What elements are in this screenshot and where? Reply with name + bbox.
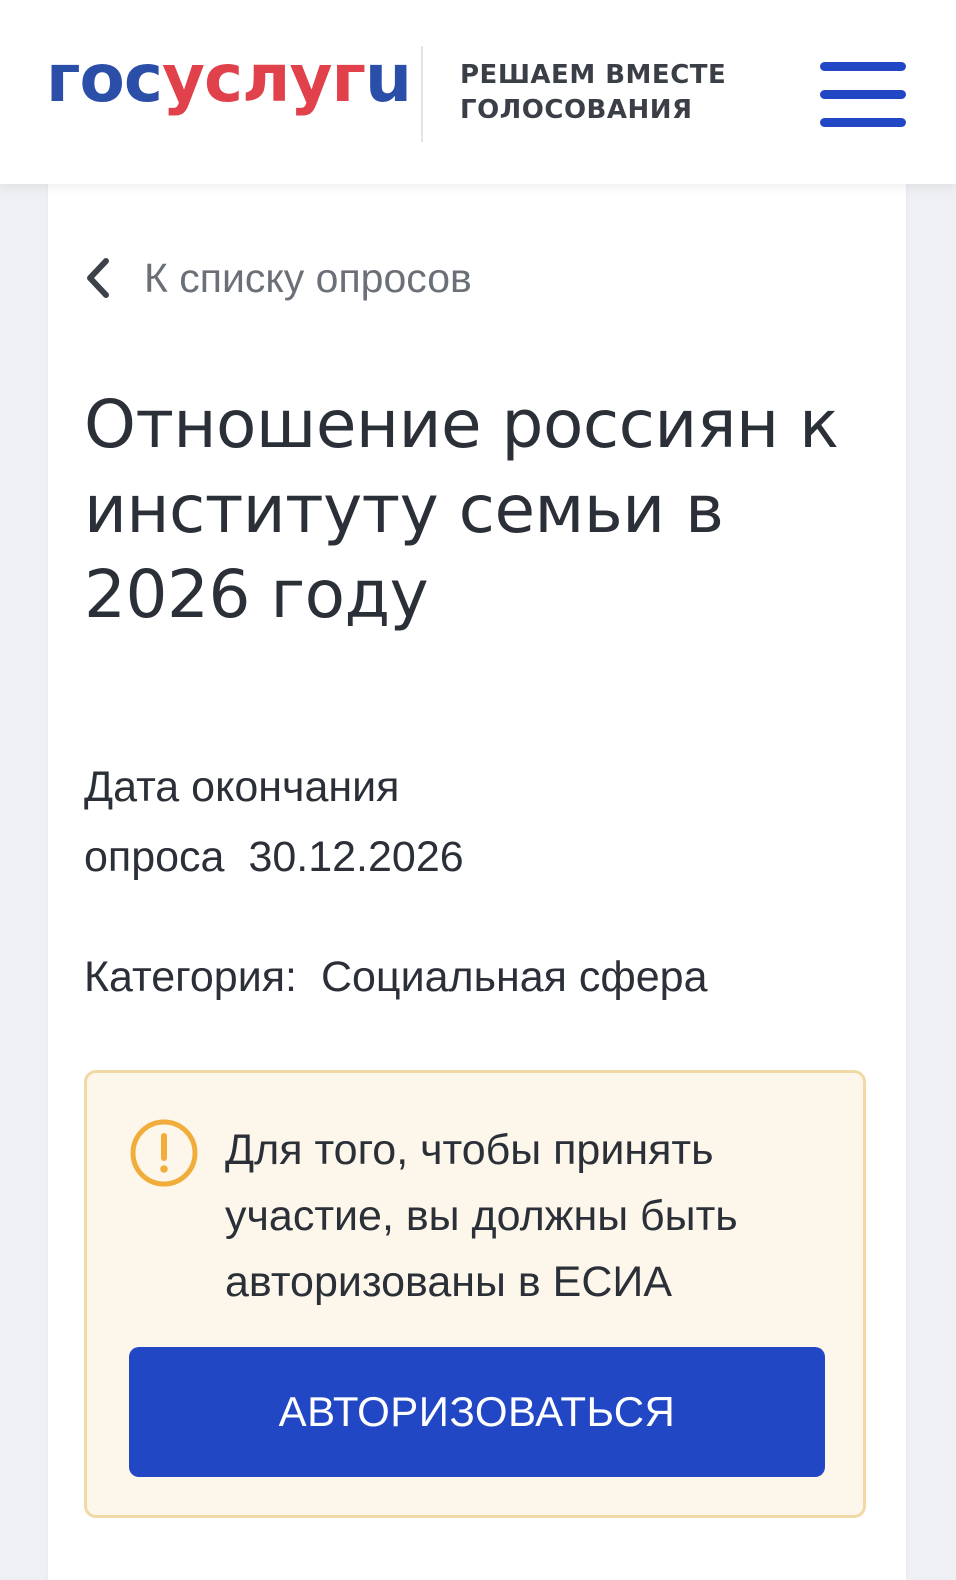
- exclamation-circle-icon: [129, 1118, 199, 1188]
- menu-bar-top: [820, 62, 906, 71]
- header-divider: [421, 46, 423, 142]
- authorize-button[interactable]: АВТОРИЗОВАТЬСЯ: [129, 1347, 825, 1477]
- poll-category: Категория: Социальная сфера: [84, 942, 708, 1012]
- back-to-polls-link[interactable]: К списку опросов: [84, 250, 472, 306]
- menu-bar-bottom: [820, 118, 906, 127]
- tagline-line-1: РЕШАЕМ ВМЕСТЕ: [460, 60, 727, 90]
- menu-bar-middle: [820, 90, 906, 99]
- chevron-left-icon: [84, 250, 124, 306]
- auth-required-notice: Для того, чтобы принять участие, вы долж…: [84, 1070, 866, 1518]
- logo-part-uslugi: услуг: [161, 40, 366, 117]
- end-date-value: 30.12.2026: [248, 833, 464, 881]
- hamburger-menu-icon[interactable]: [820, 62, 906, 128]
- top-header: госуслугu РЕШАЕМ ВМЕСТЕ ГОЛОСОВАНИЯ: [0, 0, 956, 184]
- logo-part-gos: гос: [46, 40, 163, 117]
- notice-message: Для того, чтобы принять участие, вы долж…: [225, 1126, 738, 1306]
- poll-end-date: Дата окончания опроса 30.12.2026: [84, 752, 604, 892]
- back-link-label: К списку опросов: [144, 254, 472, 301]
- category-label: Категория:: [84, 953, 297, 1001]
- section-tagline: РЕШАЕМ ВМЕСТЕ ГОЛОСОВАНИЯ: [460, 58, 780, 128]
- tagline-line-2: ГОЛОСОВАНИЯ: [460, 95, 693, 125]
- category-value: Социальная сфера: [320, 953, 708, 1001]
- gosuslugi-logo[interactable]: госуслугu: [46, 46, 412, 112]
- logo-part-u: u: [364, 40, 412, 117]
- poll-title: Отношение россиян к институту семьи в 20…: [84, 386, 839, 633]
